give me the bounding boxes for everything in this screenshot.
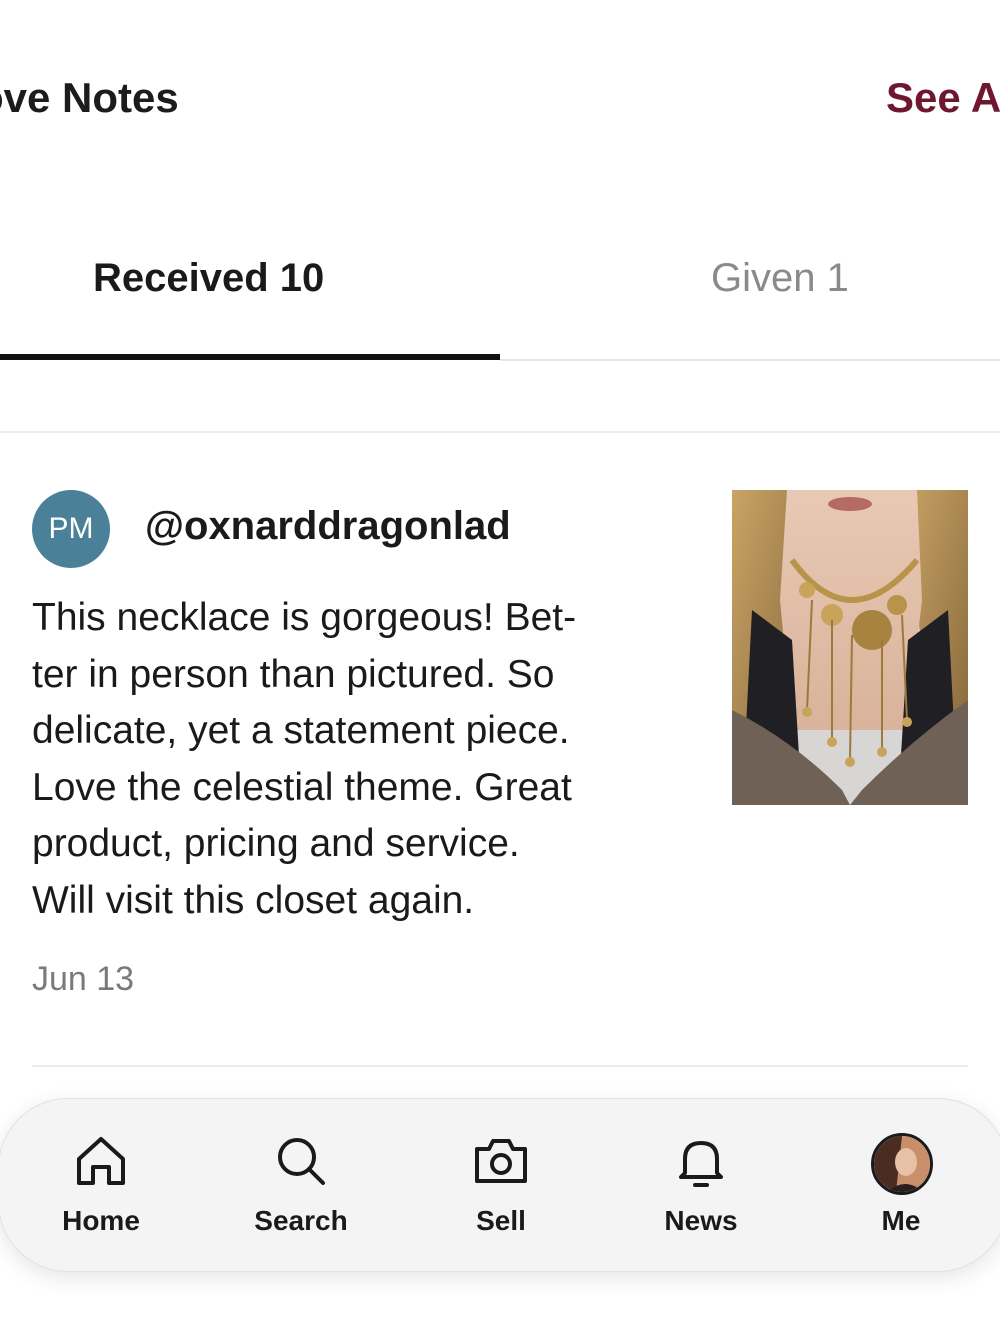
nav-me[interactable]: Me (801, 1099, 1000, 1273)
note-text-line: ter in person than pictured. So (32, 652, 555, 696)
tab-given[interactable]: Given 1 (500, 230, 1000, 362)
note-text-line: product, pricing and service. (32, 822, 520, 865)
username-link[interactable]: @oxnarddragonlad (145, 504, 511, 549)
user-avatar[interactable]: PM (32, 490, 110, 568)
note-text-line: Love the celestial theme. Great (32, 765, 572, 809)
see-all-link[interactable]: See A (886, 74, 1000, 122)
note-date: Jun 13 (32, 960, 135, 998)
camera-icon (475, 1139, 527, 1183)
tab-received-label: Received 10 (93, 256, 325, 300)
section-divider (0, 431, 1000, 433)
tab-divider (500, 359, 1000, 361)
profile-avatar (871, 1133, 933, 1195)
note-text-line: Will visit this closet again. (32, 878, 475, 922)
nav-search[interactable]: Search (201, 1099, 401, 1273)
nav-news[interactable]: News (601, 1099, 801, 1273)
note-text-line: delicate, yet a statement piece. (32, 709, 570, 752)
necklace-photo (732, 490, 968, 805)
notes-tabs: Received 10 Given 1 (0, 230, 1000, 362)
nav-home-label: Home (62, 1205, 140, 1236)
nav-home[interactable]: Home (1, 1099, 201, 1273)
note-text: This necklace is gorgeous! Bet- ter in p… (32, 590, 672, 929)
tab-given-label: Given 1 (711, 256, 849, 300)
active-tab-indicator (0, 354, 500, 360)
love-note-card[interactable]: PM @oxnarddragonlad This necklace is gor… (0, 470, 1000, 1070)
page-header: ove Notes See A (0, 0, 1000, 200)
nav-sell[interactable]: Sell (401, 1099, 601, 1273)
search-icon (278, 1138, 325, 1185)
page-title: ove Notes (0, 74, 179, 121)
bottom-navigation: Home Search Sell News Me (0, 1098, 1000, 1272)
nav-me-label: Me (881, 1205, 921, 1236)
nav-sell-label: Sell (476, 1205, 526, 1236)
note-divider (32, 1065, 968, 1067)
home-icon (77, 1137, 125, 1185)
nav-search-label: Search (254, 1205, 348, 1236)
product-thumbnail[interactable] (732, 490, 968, 805)
bell-icon (679, 1141, 723, 1187)
note-text-line: This necklace is gorgeous! Bet- (32, 596, 577, 639)
avatar-initials: PM (48, 512, 94, 545)
nav-news-label: News (664, 1205, 738, 1236)
tab-received[interactable]: Received 10 (0, 230, 500, 362)
